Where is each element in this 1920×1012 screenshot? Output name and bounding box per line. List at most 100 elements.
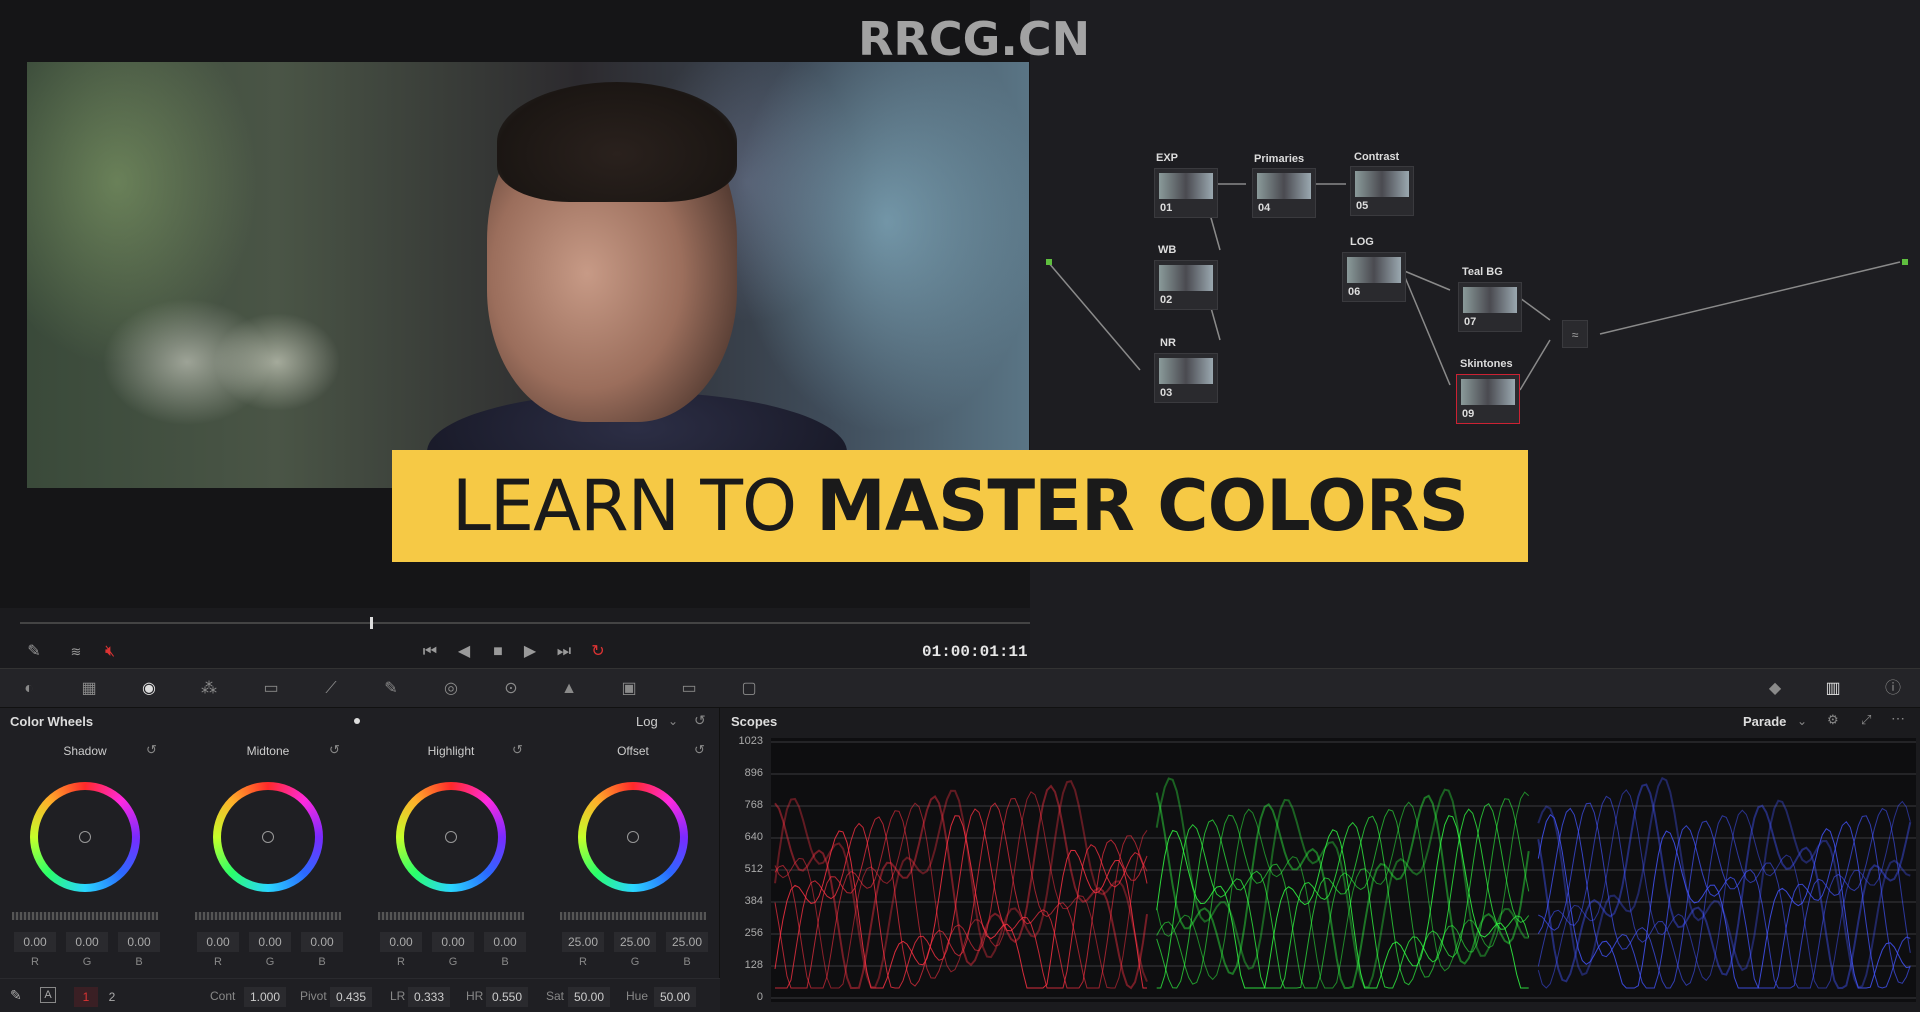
node-thumbnail <box>1461 379 1515 405</box>
reset-icon[interactable]: ↺ <box>694 742 705 758</box>
reset-icon[interactable]: ↺ <box>512 742 523 758</box>
master-wheel-slider[interactable] <box>195 912 341 920</box>
node-editor[interactable]: EXP 01 Primaries 04 Contrast 05 WB 02 LO… <box>1030 0 1920 668</box>
reset-all-icon[interactable]: ↺ <box>694 712 706 729</box>
tracker-icon[interactable]: ⊙ <box>498 677 524 701</box>
scope-mode-select[interactable]: Parade <box>1743 714 1786 729</box>
value-r[interactable]: 0.00 <box>380 932 422 952</box>
master-wheel-slider[interactable] <box>378 912 524 920</box>
watermark: RRCG.CN <box>858 12 1091 66</box>
prev-frame-icon[interactable]: ◀ <box>452 638 476 666</box>
node-primaries[interactable]: 04 <box>1252 168 1316 218</box>
contrast-value[interactable]: 1.000 <box>244 987 287 1007</box>
color-wheels-icon[interactable]: ◉ <box>136 677 162 701</box>
timeline-scrubber[interactable] <box>20 622 1030 624</box>
master-wheel-slider[interactable] <box>560 912 706 920</box>
chevron-down-icon[interactable]: ⌄ <box>668 714 678 728</box>
node-thumbnail <box>1347 257 1401 283</box>
layers-icon[interactable]: ≋ <box>66 638 86 666</box>
wheel-puck[interactable] <box>79 831 91 843</box>
scopes-icon[interactable]: ▥ <box>1820 677 1846 701</box>
expand-icon[interactable]: ⤢ <box>1861 712 1871 728</box>
mute-icon[interactable]: 🔇︎ <box>98 638 122 666</box>
value-g[interactable]: 0.00 <box>66 932 108 952</box>
layer-mixer-node[interactable]: ≈ <box>1562 320 1588 348</box>
rgb-mixer-icon[interactable]: ⁂ <box>196 677 222 701</box>
pivot-value[interactable]: 0.435 <box>330 987 373 1007</box>
node-exp[interactable]: 01 <box>1154 168 1218 218</box>
node-thumbnail <box>1463 287 1517 313</box>
page-2-button[interactable]: 2 <box>100 987 124 1007</box>
node-contrast[interactable]: 05 <box>1350 166 1414 216</box>
skip-back-icon[interactable]: ⏮ <box>418 638 442 666</box>
value-g[interactable]: 0.00 <box>432 932 474 952</box>
eyedropper-icon[interactable]: ✎ <box>22 638 46 666</box>
sizing-icon[interactable]: ▭ <box>676 677 702 701</box>
y-tick-label: 896 <box>744 767 763 779</box>
viewer-image[interactable] <box>27 62 1029 488</box>
wheel-shadow: Shadow ↺ 0.00 0.00 0.00 R G B <box>0 736 170 996</box>
node-nr[interactable]: 03 <box>1154 353 1218 403</box>
window-icon[interactable]: ◎ <box>438 677 464 701</box>
value-b[interactable]: 0.00 <box>484 932 526 952</box>
wheel-puck[interactable] <box>262 831 274 843</box>
loop-icon[interactable]: ↻ <box>586 638 610 666</box>
camera-raw-icon[interactable]: ◐ <box>16 677 42 701</box>
curves-icon[interactable]: ⟋ <box>318 677 344 701</box>
node-label-contrast: Contrast <box>1354 151 1400 163</box>
y-tick-label: 256 <box>744 927 763 939</box>
qualifier-icon[interactable]: ✎ <box>378 677 404 701</box>
blue-channel-trace <box>1537 783 1912 989</box>
value-b[interactable]: 25.00 <box>666 932 708 952</box>
node-log[interactable]: 06 <box>1342 252 1406 302</box>
picker-icon[interactable]: ✎ <box>10 987 22 1004</box>
page-indicator-dot[interactable] <box>354 718 360 724</box>
page-1-button[interactable]: 1 <box>74 987 98 1007</box>
node-number: 02 <box>1160 294 1173 306</box>
value-r[interactable]: 25.00 <box>562 932 604 952</box>
info-icon[interactable]: ⓘ <box>1880 677 1906 701</box>
channel-g: G <box>630 956 640 968</box>
scope-settings-icon[interactable]: ⚙ <box>1827 712 1839 728</box>
reset-icon[interactable]: ↺ <box>329 742 340 758</box>
3d-icon[interactable]: ▢ <box>736 677 762 701</box>
playhead[interactable] <box>370 617 373 629</box>
more-options-icon[interactable]: ⋯ <box>1891 710 1905 727</box>
input-port[interactable] <box>1046 259 1052 265</box>
blur-icon[interactable]: ▲ <box>556 677 582 701</box>
node-thumbnail <box>1159 173 1213 199</box>
reset-icon[interactable]: ↺ <box>146 742 157 758</box>
wheel-midtone: Midtone ↺ 0.00 0.00 0.00 R G B <box>183 736 353 996</box>
wheels-mode-select[interactable]: Log <box>636 714 658 729</box>
node-skintones[interactable]: 09 <box>1456 374 1520 424</box>
node-wb[interactable]: 02 <box>1154 260 1218 310</box>
auto-balance-icon[interactable]: A <box>40 987 56 1003</box>
hue-value[interactable]: 50.00 <box>654 987 697 1007</box>
play-icon[interactable]: ▶ <box>518 638 542 666</box>
stop-icon[interactable]: ■ <box>486 638 510 666</box>
node-label-teal-bg: Teal BG <box>1462 266 1503 278</box>
color-match-icon[interactable]: ▦ <box>76 677 102 701</box>
lightbox-icon[interactable]: ◆ <box>1762 677 1788 701</box>
value-r[interactable]: 0.00 <box>197 932 239 952</box>
lr-value[interactable]: 0.333 <box>408 987 451 1007</box>
motion-effects-icon[interactable]: ▭ <box>258 677 284 701</box>
sat-value[interactable]: 50.00 <box>568 987 611 1007</box>
value-g[interactable]: 25.00 <box>614 932 656 952</box>
wheel-puck[interactable] <box>627 831 639 843</box>
skip-forward-icon[interactable]: ⏭ <box>552 638 576 666</box>
key-icon[interactable]: ▣ <box>616 677 642 701</box>
hr-value[interactable]: 0.550 <box>486 987 529 1007</box>
value-b[interactable]: 0.00 <box>118 932 160 952</box>
master-wheel-slider[interactable] <box>12 912 158 920</box>
wheel-puck[interactable] <box>445 831 457 843</box>
node-teal-bg[interactable]: 07 <box>1458 282 1522 332</box>
wheel-name: Highlight <box>427 744 475 758</box>
value-r[interactable]: 0.00 <box>14 932 56 952</box>
value-b[interactable]: 0.00 <box>301 932 343 952</box>
chevron-down-icon[interactable]: ⌄ <box>1797 714 1807 728</box>
channel-g: G <box>265 956 275 968</box>
value-g[interactable]: 0.00 <box>249 932 291 952</box>
red-channel-trace <box>774 784 1148 990</box>
output-port[interactable] <box>1902 259 1908 265</box>
